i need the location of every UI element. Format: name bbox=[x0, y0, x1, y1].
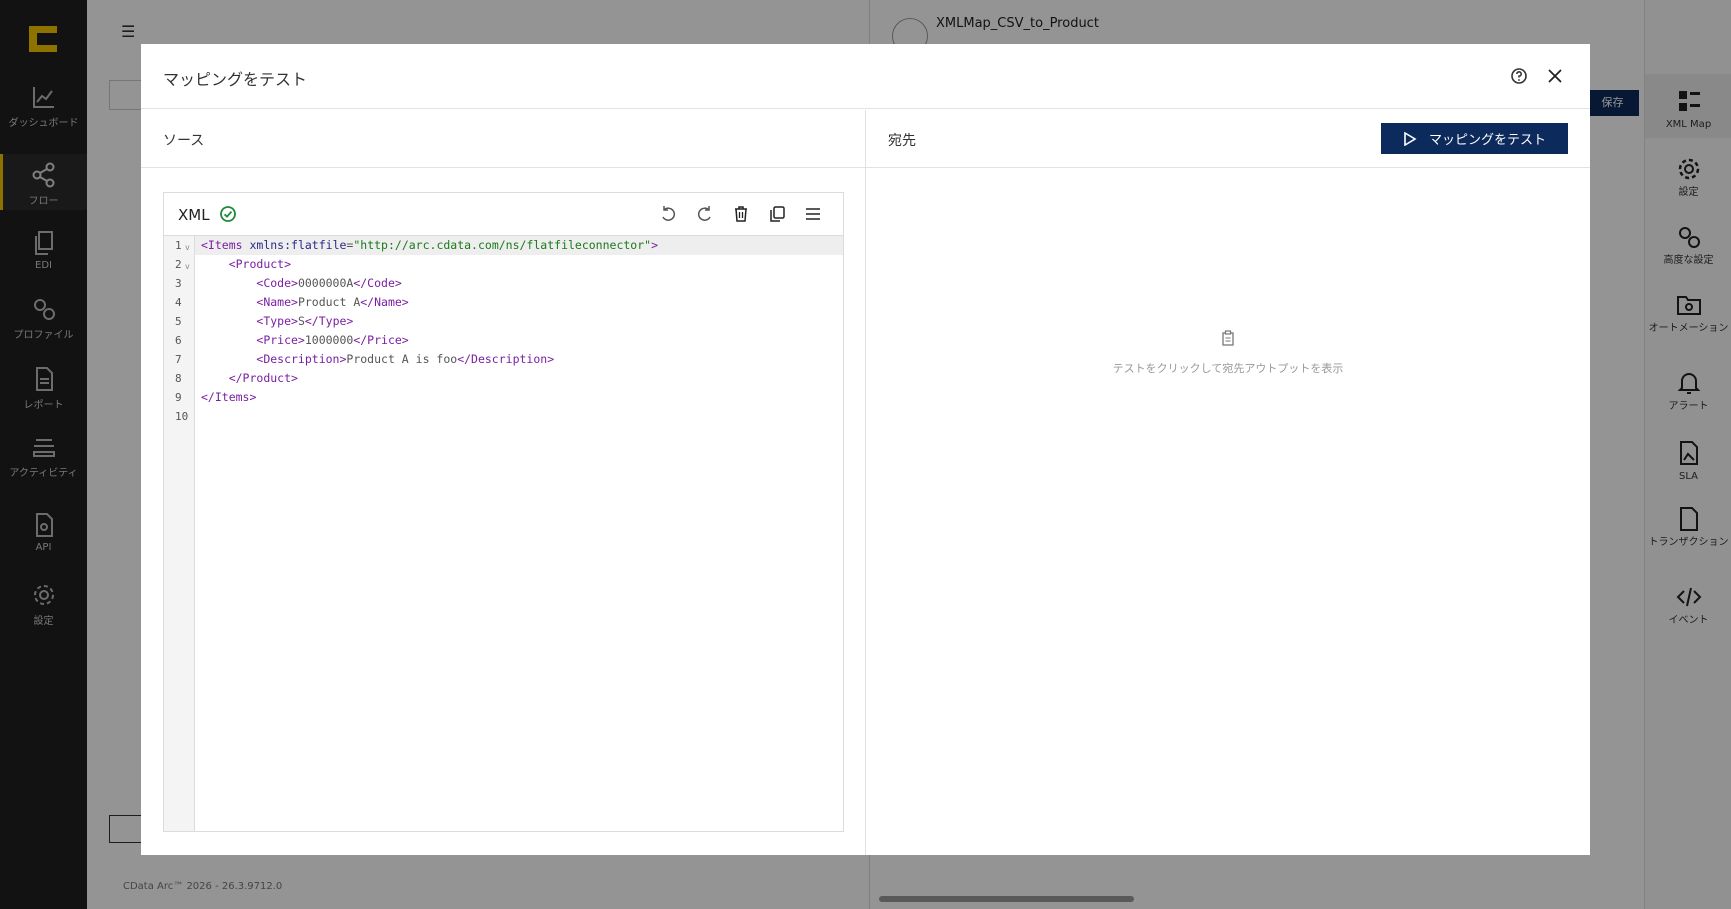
editor-language-label: XML bbox=[178, 206, 210, 224]
destination-pane-header: 宛先 マッピングをテスト bbox=[866, 110, 1590, 168]
redo-icon[interactable] bbox=[695, 204, 715, 224]
code-line: 7 <Description>Product A is foo</Descrip… bbox=[175, 350, 843, 369]
code-area[interactable]: 1 v <Items xmlns:flatfile="http://arc.cdat… bbox=[175, 236, 843, 831]
line-number: 2 bbox=[175, 258, 182, 271]
copy-icon[interactable] bbox=[767, 204, 787, 224]
code-token: </Product> bbox=[228, 371, 298, 385]
empty-state: テストをクリックして宛先アウトプットを表示 bbox=[866, 330, 1590, 376]
line-number: 7 bbox=[175, 353, 182, 366]
format-menu-icon[interactable] bbox=[803, 204, 823, 224]
source-label: ソース bbox=[163, 133, 205, 149]
code-token: <Product> bbox=[228, 257, 292, 271]
code-token: Product A is foo bbox=[346, 352, 458, 366]
source-pane-header: ソース bbox=[141, 110, 865, 168]
clipboard-icon bbox=[1222, 330, 1234, 346]
code-token: </Code> bbox=[353, 276, 402, 290]
line-number: 1 bbox=[175, 239, 182, 252]
line-number: 3 bbox=[175, 277, 182, 290]
close-icon[interactable] bbox=[1543, 64, 1567, 88]
modal-header: マッピングをテスト bbox=[141, 44, 1590, 109]
line-number: 10 bbox=[175, 410, 189, 423]
code-token: S bbox=[297, 314, 305, 328]
code-token: <Items bbox=[201, 238, 243, 252]
line-number: 9 bbox=[175, 391, 182, 404]
test-mapping-button[interactable]: マッピングをテスト bbox=[1381, 123, 1568, 154]
code-token: <Description> bbox=[256, 352, 347, 366]
source-pane: ソース XML 1 v <Items xmlns:flatfile="http:… bbox=[141, 110, 866, 855]
test-mapping-button-label: マッピングをテスト bbox=[1428, 133, 1546, 148]
code-token: </Name> bbox=[360, 295, 409, 309]
line-number: 8 bbox=[175, 372, 182, 385]
code-line: 2v <Product> bbox=[175, 255, 843, 274]
code-line: 9 </Items> bbox=[175, 388, 843, 407]
line-number: 5 bbox=[175, 315, 182, 328]
code-line: 5 <Type>S</Type> bbox=[175, 312, 843, 331]
code-token: <Type> bbox=[256, 314, 298, 328]
undo-icon[interactable] bbox=[658, 204, 678, 224]
code-token: <Price> bbox=[256, 333, 305, 347]
valid-check-icon bbox=[220, 206, 236, 222]
code-token: "http://arc.cdata.com/ns/flatfileconnect… bbox=[353, 238, 652, 252]
code-token: 1000000 bbox=[304, 333, 354, 347]
line-number: 6 bbox=[175, 334, 182, 347]
code-line: 10 bbox=[175, 407, 843, 426]
code-token: </Type> bbox=[304, 314, 354, 328]
code-token: </Items> bbox=[201, 390, 257, 404]
code-token: </Description> bbox=[457, 352, 555, 366]
code-token: xmlns:flatfile bbox=[249, 238, 347, 252]
test-mapping-modal: マッピングをテスト ソース XML 1 v <Items xmlns:flatf… bbox=[141, 44, 1590, 855]
code-token: <Code> bbox=[256, 276, 298, 290]
code-token: <Name> bbox=[256, 295, 298, 309]
code-token: Product A bbox=[297, 295, 361, 309]
code-line: 6 <Price>1000000</Price> bbox=[175, 331, 843, 350]
code-line: 8 </Product> bbox=[175, 369, 843, 388]
xml-editor: XML 1 v <Items xmlns:flatfile="http://ar… bbox=[163, 192, 844, 832]
destination-label: 宛先 bbox=[888, 133, 916, 149]
code-line: 4 <Name>Product A</Name> bbox=[175, 293, 843, 312]
code-line: 3 <Code>0000000A</Code> bbox=[175, 274, 843, 293]
code-token: > bbox=[651, 238, 659, 252]
empty-message: テストをクリックして宛先アウトプットを表示 bbox=[1112, 362, 1344, 375]
editor-toolbar: XML bbox=[164, 193, 843, 236]
help-icon[interactable] bbox=[1507, 64, 1531, 88]
code-line: 1 v <Items xmlns:flatfile="http://arc.cdat… bbox=[175, 236, 843, 255]
play-icon bbox=[1404, 131, 1417, 146]
code-token: </Price> bbox=[353, 333, 409, 347]
destination-pane: 宛先 マッピングをテスト テストをクリックして宛先アウトプットを表示 bbox=[866, 110, 1590, 855]
code-token: 0000000A bbox=[297, 276, 354, 290]
line-number: 4 bbox=[175, 296, 182, 309]
modal-title: マッピングをテスト bbox=[163, 70, 308, 89]
delete-icon[interactable] bbox=[731, 204, 751, 224]
